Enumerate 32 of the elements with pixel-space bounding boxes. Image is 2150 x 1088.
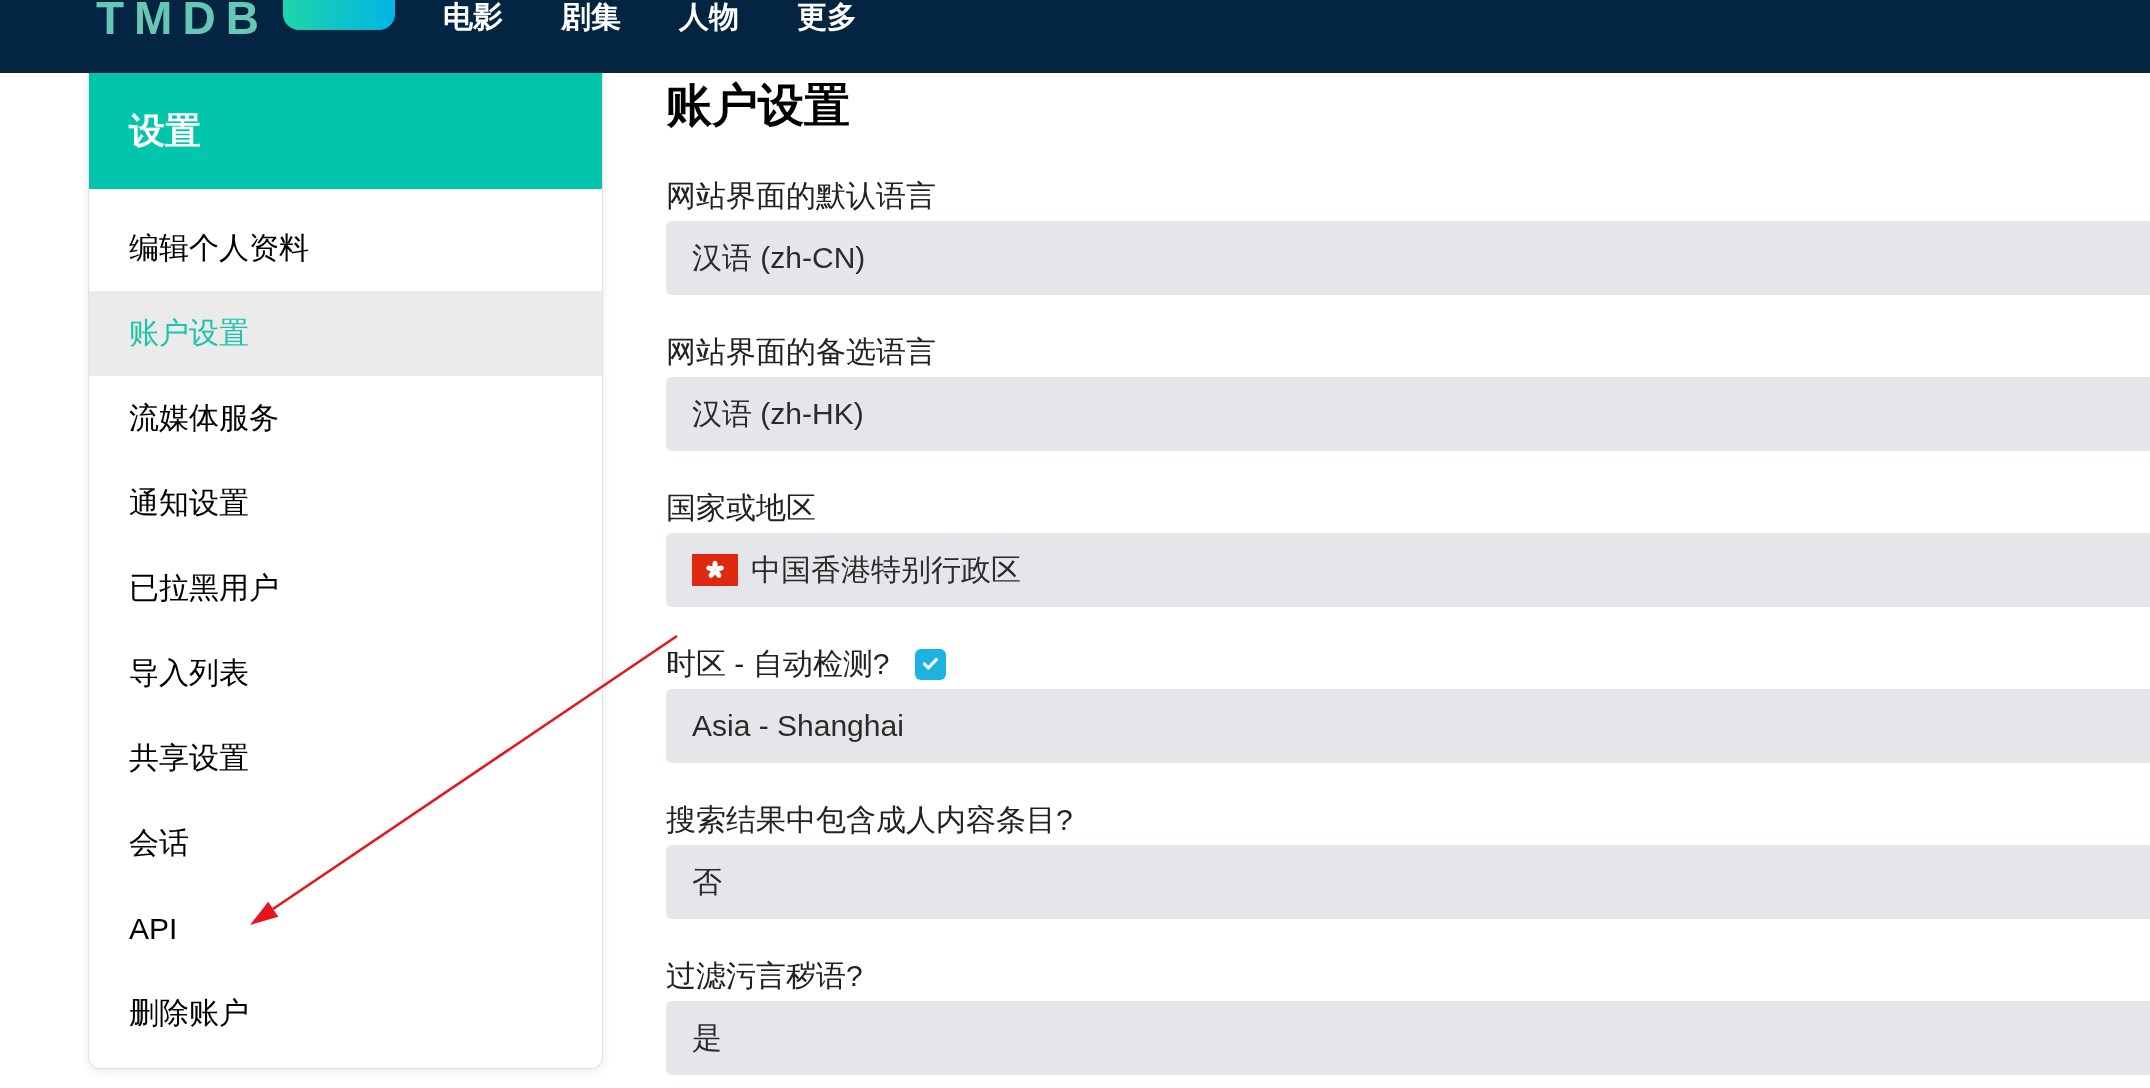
dropdown-field[interactable]: 汉语 (zh-CN): [666, 221, 2150, 295]
field-label: 时区 - 自动检测?: [666, 646, 890, 682]
sidebar-item[interactable]: 导入列表: [89, 631, 602, 716]
nav-link[interactable]: 更多: [796, 0, 857, 34]
sidebar-item[interactable]: API: [89, 886, 602, 971]
sidebar-item[interactable]: 编辑个人资料: [89, 206, 602, 291]
field-label: 网站界面的备选语言: [666, 334, 936, 370]
sidebar-item[interactable]: 已拉黑用户: [89, 546, 602, 631]
sidebar-item[interactable]: 通知设置: [89, 461, 602, 546]
field-label: 搜索结果中包含成人内容条目?: [666, 802, 1073, 838]
logo-link[interactable]: TMDB: [96, 0, 395, 38]
check-icon: [923, 658, 939, 670]
nav-link[interactable]: 人物: [678, 0, 739, 34]
field-label: 过滤污言秽语?: [666, 958, 863, 994]
dropdown-field[interactable]: 汉语 (zh-HK): [666, 377, 2150, 451]
dropdown-field[interactable]: 否: [666, 845, 2150, 919]
flag-icon: [692, 554, 738, 586]
field-label: 网站界面的默认语言: [666, 178, 936, 214]
checkbox[interactable]: [915, 648, 947, 680]
nav-link[interactable]: 电影: [442, 0, 503, 34]
sidebar-item[interactable]: 删除账户: [89, 971, 602, 1056]
nav-link[interactable]: 剧集: [560, 0, 621, 34]
sidebar-item[interactable]: 流媒体服务: [89, 376, 602, 461]
page-title: 账户设置: [666, 78, 850, 133]
field-label: 国家或地区: [666, 490, 816, 526]
pill-icon: [282, 0, 395, 30]
sidebar-header: 设置: [89, 73, 602, 189]
dropdown-field[interactable]: Asia - Shanghai: [666, 689, 2150, 763]
dropdown-field[interactable]: 是: [666, 1001, 2150, 1075]
sidebar-item[interactable]: 会话: [89, 801, 602, 886]
country-select[interactable]: 中国香港特别行政区: [666, 533, 2150, 607]
sidebar-item[interactable]: 共享设置: [89, 716, 602, 801]
